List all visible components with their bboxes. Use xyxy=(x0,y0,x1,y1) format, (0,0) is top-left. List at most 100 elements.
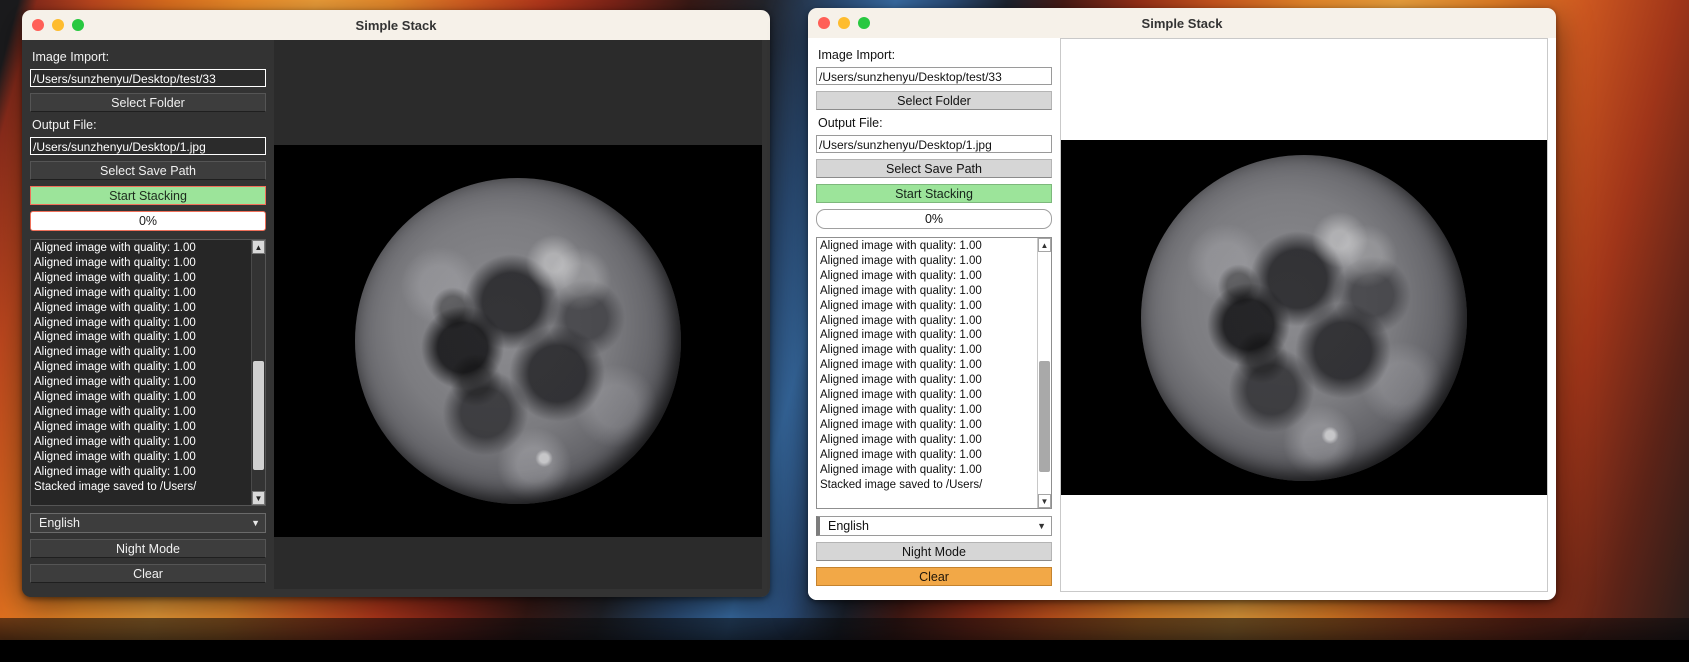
minimize-icon[interactable] xyxy=(52,19,64,31)
log-line[interactable]: Aligned image with quality: 1.00 xyxy=(34,435,251,450)
window-title: Simple Stack xyxy=(355,17,437,33)
log-line[interactable]: Aligned image with quality: 1.00 xyxy=(820,343,1037,358)
window-title: Simple Stack xyxy=(1141,15,1223,31)
log-line[interactable]: Aligned image with quality: 1.00 xyxy=(34,465,251,480)
log-line[interactable]: Aligned image with quality: 1.00 xyxy=(820,388,1037,403)
log-line[interactable]: Aligned image with quality: 1.00 xyxy=(34,316,251,331)
log-line[interactable]: Aligned image with quality: 1.00 xyxy=(820,433,1037,448)
scroll-down-icon[interactable]: ▼ xyxy=(1038,494,1051,508)
scrollbar-thumb[interactable] xyxy=(1039,360,1050,473)
log-line[interactable]: Aligned image with quality: 1.00 xyxy=(34,345,251,360)
clear-button[interactable]: Clear xyxy=(816,567,1052,586)
log-scrollbar[interactable]: ▲ ▼ xyxy=(1037,238,1051,508)
clear-button[interactable]: Clear xyxy=(30,564,266,583)
output-file-label: Output File: xyxy=(32,118,97,132)
scrollbar-thumb[interactable] xyxy=(253,360,264,470)
close-icon[interactable] xyxy=(818,17,830,29)
log-line[interactable]: Aligned image with quality: 1.00 xyxy=(34,330,251,345)
desktop-bottom-strip xyxy=(0,640,1689,662)
log-line[interactable]: Aligned image with quality: 1.00 xyxy=(820,418,1037,433)
log-line[interactable]: Aligned image with quality: 1.00 xyxy=(820,239,1037,254)
log-line[interactable]: Aligned image with quality: 1.00 xyxy=(820,284,1037,299)
log-scrollbar[interactable]: ▲ ▼ xyxy=(251,240,265,505)
log-line[interactable]: Aligned image with quality: 1.00 xyxy=(34,405,251,420)
log-line[interactable]: Aligned image with quality: 1.00 xyxy=(820,254,1037,269)
window-simple-stack-light[interactable]: Simple Stack Image Import: /Users/sunzhe… xyxy=(808,8,1556,600)
control-panel: Image Import: /Users/sunzhenyu/Desktop/t… xyxy=(808,38,1060,600)
titlebar[interactable]: Simple Stack xyxy=(808,8,1556,38)
moon-image xyxy=(355,178,681,504)
log-line[interactable]: Aligned image with quality: 1.00 xyxy=(820,314,1037,329)
moon-image xyxy=(1141,154,1467,481)
image-import-input[interactable]: /Users/sunzhenyu/Desktop/test/33 xyxy=(816,67,1052,85)
zoom-icon[interactable] xyxy=(72,19,84,31)
log-lines: Aligned image with quality: 1.00 Aligned … xyxy=(31,240,251,505)
select-folder-button[interactable]: Select Folder xyxy=(30,93,266,112)
traffic-lights xyxy=(818,17,870,29)
scroll-up-icon[interactable]: ▲ xyxy=(252,240,265,254)
window-simple-stack-dark[interactable]: Simple Stack Image Import: /Users/sunzhe… xyxy=(22,10,770,597)
preview-canvas xyxy=(274,145,762,537)
log-lines: Aligned image with quality: 1.00 Aligned … xyxy=(817,238,1037,508)
log-line[interactable]: Aligned image with quality: 1.00 xyxy=(34,241,251,256)
log-listbox[interactable]: Aligned image with quality: 1.00 Aligned … xyxy=(816,237,1052,509)
log-line[interactable]: Aligned image with quality: 1.00 xyxy=(34,286,251,301)
window-body: Image Import: /Users/sunzhenyu/Desktop/t… xyxy=(808,38,1556,600)
log-line[interactable]: Aligned image with quality: 1.00 xyxy=(34,256,251,271)
log-line[interactable]: Aligned image with quality: 1.00 xyxy=(34,271,251,286)
minimize-icon[interactable] xyxy=(838,17,850,29)
chevron-down-icon: ▼ xyxy=(251,517,260,528)
log-line[interactable]: Aligned image with quality: 1.00 xyxy=(820,358,1037,373)
log-line[interactable]: Aligned image with quality: 1.00 xyxy=(820,269,1037,284)
log-line[interactable]: Aligned image with quality: 1.00 xyxy=(34,450,251,465)
scrollbar-track[interactable] xyxy=(1038,252,1051,494)
log-line[interactable]: Aligned image with quality: 1.00 xyxy=(34,375,251,390)
log-line[interactable]: Aligned image with quality: 1.00 xyxy=(820,328,1037,343)
preview-top-letterbox xyxy=(1061,39,1547,140)
start-stacking-button[interactable]: Start Stacking xyxy=(816,184,1052,203)
scroll-up-icon[interactable]: ▲ xyxy=(1038,238,1051,252)
start-stacking-button[interactable]: Start Stacking xyxy=(30,186,266,205)
image-import-input[interactable]: /Users/sunzhenyu/Desktop/test/33 xyxy=(30,69,266,87)
close-icon[interactable] xyxy=(32,19,44,31)
language-select[interactable]: English ▼ xyxy=(816,516,1052,536)
output-file-input[interactable]: /Users/sunzhenyu/Desktop/1.jpg xyxy=(30,137,266,155)
control-panel: Image Import: /Users/sunzhenyu/Desktop/t… xyxy=(22,40,274,597)
scrollbar-track[interactable] xyxy=(252,254,265,491)
select-save-path-button[interactable]: Select Save Path xyxy=(30,161,266,180)
select-folder-button[interactable]: Select Folder xyxy=(816,91,1052,110)
log-line[interactable]: Aligned image with quality: 1.00 xyxy=(820,403,1037,418)
log-line[interactable]: Stacked image saved to /Users/ xyxy=(820,478,1037,493)
log-line[interactable]: Aligned image with quality: 1.00 xyxy=(820,373,1037,388)
chevron-down-icon: ▼ xyxy=(1037,520,1046,531)
preview-canvas xyxy=(1061,140,1547,495)
language-select-value: English xyxy=(828,519,869,533)
output-file-label: Output File: xyxy=(818,116,883,130)
progress-bar: 0% xyxy=(30,211,266,231)
log-line[interactable]: Stacked image saved to /Users/ xyxy=(34,480,251,495)
log-line[interactable]: Aligned image with quality: 1.00 xyxy=(820,463,1037,478)
image-import-label: Image Import: xyxy=(32,50,110,64)
language-select[interactable]: English ▼ xyxy=(30,513,266,533)
titlebar[interactable]: Simple Stack xyxy=(22,10,770,40)
log-line[interactable]: Aligned image with quality: 1.00 xyxy=(820,448,1037,463)
night-mode-button[interactable]: Night Mode xyxy=(816,542,1052,561)
select-save-path-button[interactable]: Select Save Path xyxy=(816,159,1052,178)
image-preview-pane[interactable] xyxy=(274,40,762,589)
output-file-input[interactable]: /Users/sunzhenyu/Desktop/1.jpg xyxy=(816,135,1052,153)
scroll-down-icon[interactable]: ▼ xyxy=(252,491,265,505)
log-line[interactable]: Aligned image with quality: 1.00 xyxy=(34,420,251,435)
log-line[interactable]: Aligned image with quality: 1.00 xyxy=(34,390,251,405)
language-select-value: English xyxy=(39,516,80,530)
log-listbox[interactable]: Aligned image with quality: 1.00 Aligned … xyxy=(30,239,266,506)
image-import-label: Image Import: xyxy=(818,48,896,62)
image-preview-pane[interactable] xyxy=(1060,38,1548,592)
preview-top-letterbox xyxy=(274,40,762,145)
log-line[interactable]: Aligned image with quality: 1.00 xyxy=(820,299,1037,314)
log-line[interactable]: Aligned image with quality: 1.00 xyxy=(34,301,251,316)
log-line[interactable]: Aligned image with quality: 1.00 xyxy=(34,360,251,375)
preview-bottom-letterbox xyxy=(274,537,762,589)
zoom-icon[interactable] xyxy=(858,17,870,29)
traffic-lights xyxy=(32,19,84,31)
night-mode-button[interactable]: Night Mode xyxy=(30,539,266,558)
